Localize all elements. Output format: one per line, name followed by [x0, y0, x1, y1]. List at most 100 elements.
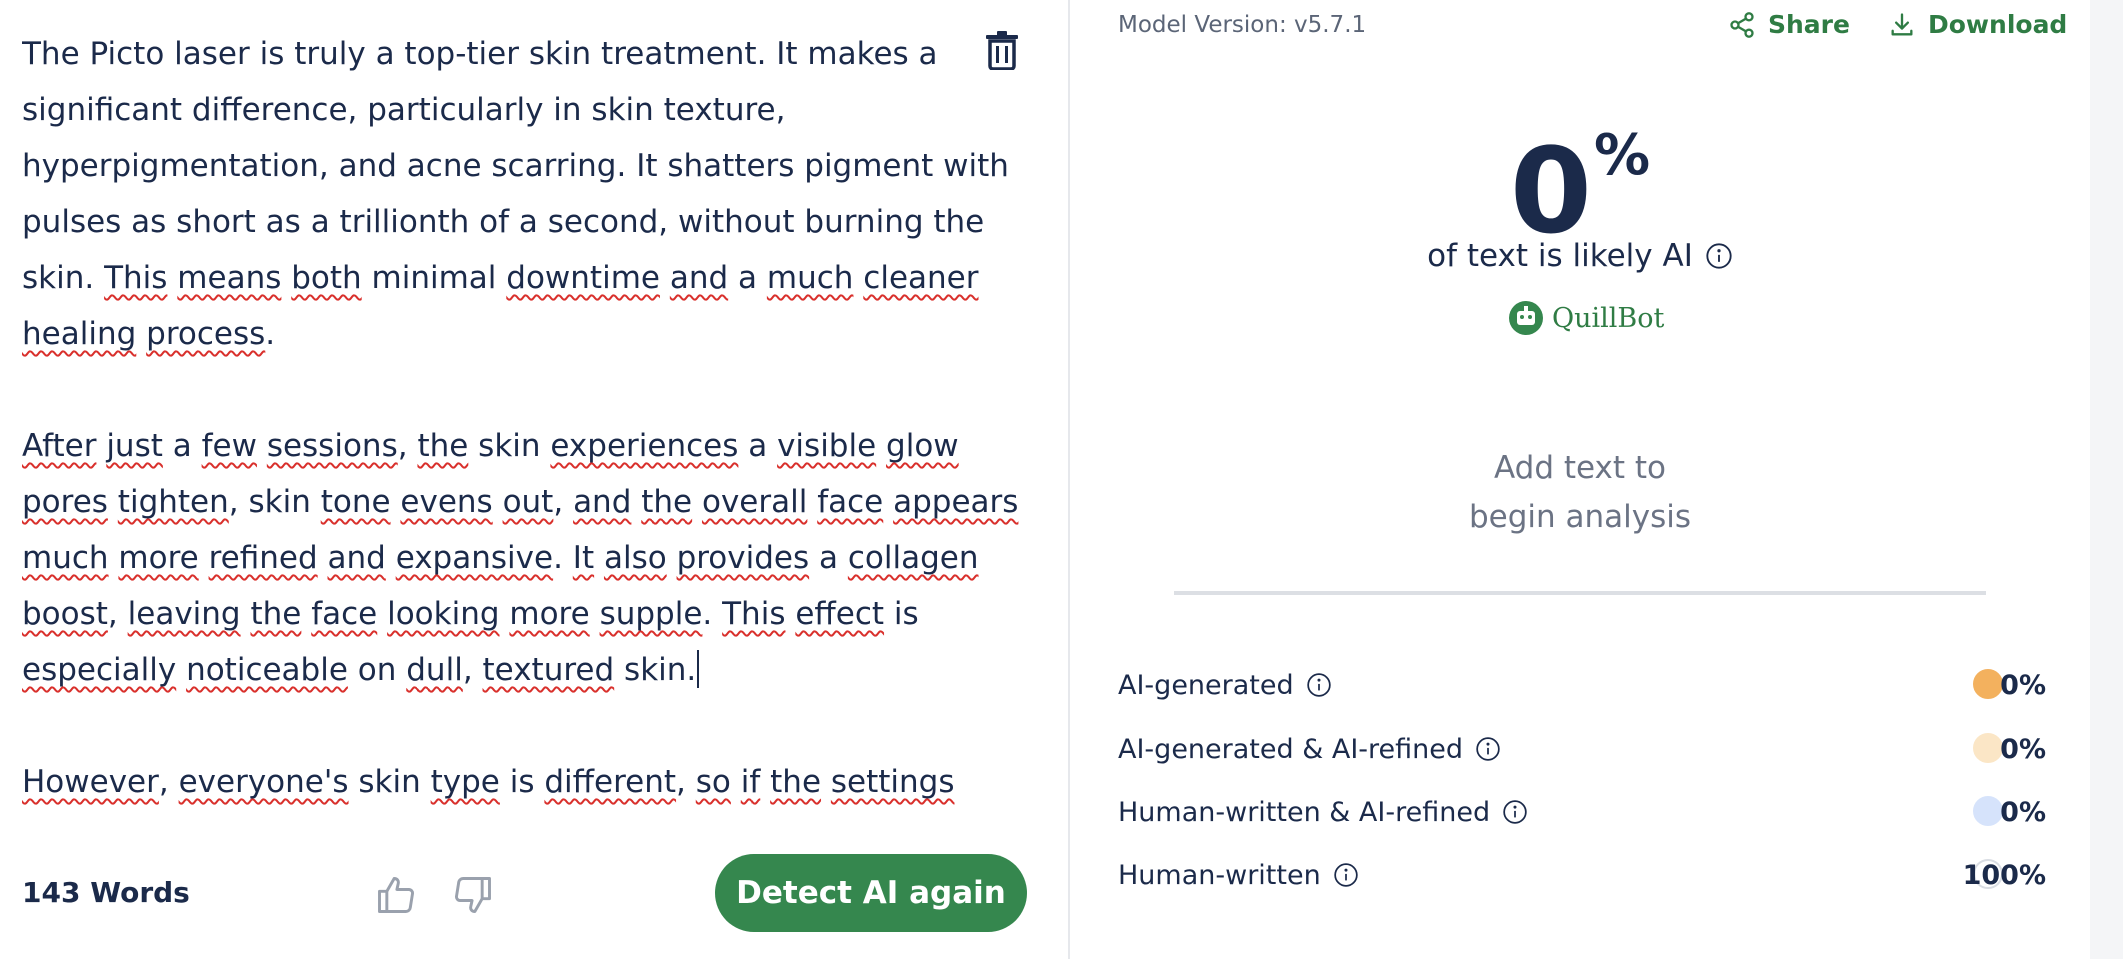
legend-color-dot: [1973, 733, 2003, 763]
legend-value: 0%: [2000, 669, 2046, 701]
editor-text-run: skin.: [22, 260, 105, 296]
spellcheck-flagged-word: visible: [777, 428, 877, 464]
legend-label-group: Human-written: [1118, 860, 1359, 891]
spellcheck-flagged-word: and: [669, 260, 729, 296]
spellcheck-flagged-word: evens: [400, 484, 493, 520]
spellcheck-flagged-word: the: [770, 764, 822, 800]
text-editor[interactable]: The Picto laser is truly a top-tier skin…: [22, 26, 1022, 826]
trash-icon: [986, 31, 1018, 70]
legend-label-group: AI-generated: [1118, 670, 1332, 701]
editor-text-run: [500, 596, 510, 632]
spellcheck-flagged-word: downtime: [506, 260, 660, 296]
editor-text-run: [760, 764, 770, 800]
thumbs-down-button[interactable]: [448, 870, 498, 920]
info-icon[interactable]: [1502, 799, 1528, 825]
editor-text-run: [660, 260, 670, 296]
ai-score-unit: %: [1594, 123, 1651, 188]
editor-text-run: .: [265, 316, 276, 352]
legend-color-dot: [1973, 796, 2003, 826]
delete-text-button[interactable]: [980, 28, 1024, 72]
editor-text-run: skin: [468, 428, 551, 464]
spellcheck-flagged-word: different: [544, 764, 677, 800]
spellcheck-flagged-word: if: [740, 764, 761, 800]
spellcheck-flagged-word: appears: [893, 484, 1019, 520]
spellcheck-flagged-word: This: [722, 596, 786, 632]
spellcheck-flagged-word: However: [22, 764, 159, 800]
legend-label: AI-generated & AI-refined: [1118, 733, 1464, 765]
spellcheck-flagged-word: face: [817, 484, 884, 520]
thumbs-down-icon: [455, 877, 491, 913]
spellcheck-flagged-word: noticeable: [186, 652, 348, 688]
spellcheck-flagged-word: sessions: [266, 428, 398, 464]
info-icon[interactable]: [1333, 862, 1359, 888]
editor-text-run: on: [347, 652, 407, 688]
editor-text-run: .: [702, 596, 723, 632]
spellcheck-flagged-word: After: [22, 428, 97, 464]
editor-text-run: a: [728, 260, 767, 296]
legend-label: AI-generated: [1118, 669, 1294, 701]
info-icon[interactable]: [1705, 242, 1733, 270]
spellcheck-flagged-word: also: [603, 540, 667, 576]
empty-state-message: Add text to begin analysis: [1070, 444, 2090, 542]
spellcheck-flagged-word: the: [250, 596, 302, 632]
editor-text-run: [281, 260, 291, 296]
legend-label-group: Human-written & AI-refined: [1118, 797, 1528, 828]
editor-text-run: [876, 428, 886, 464]
legend-value: 100%: [1962, 859, 2046, 891]
spellcheck-flagged-word: out: [502, 484, 554, 520]
legend-row: Human-written & AI-refined 0%: [1118, 787, 2058, 837]
quillbot-logo: QuillBot: [1508, 300, 1664, 336]
spellcheck-flagged-word: tone: [320, 484, 391, 520]
editor-text-run: ,: [462, 652, 483, 688]
editor-text-run: [96, 428, 106, 464]
thumbs-up-icon: [378, 877, 414, 913]
editor-text-run: a: [738, 428, 778, 464]
ai-score: 0%: [1070, 96, 2090, 251]
editor-text-run: [136, 316, 146, 352]
spellcheck-flagged-word: and: [573, 484, 632, 520]
legend-row: AI-generated & AI-refined 0%: [1118, 724, 2058, 774]
info-icon[interactable]: [1475, 736, 1501, 762]
legend-label: Human-written: [1118, 859, 1321, 891]
editor-text-run: ,: [107, 596, 128, 632]
editor-text-run: [785, 596, 795, 632]
text-caret: [697, 650, 700, 688]
spellcheck-flagged-word: overall: [701, 484, 808, 520]
info-icon[interactable]: [1306, 672, 1332, 698]
editor-text-run: minimal: [361, 260, 507, 296]
editor-text-run: [807, 484, 817, 520]
editor-text-run: pulses as short as a trillionth of a sec…: [22, 204, 985, 240]
score-caption: of text is likely AI: [1070, 238, 2090, 274]
thumbs-up-button[interactable]: [371, 870, 421, 920]
share-label: Share: [1768, 10, 1850, 39]
editor-text-run: [386, 540, 396, 576]
editor-footer: 143 Words Detect AI again: [0, 840, 1068, 959]
quillbot-robot-icon: [1509, 301, 1543, 335]
spellcheck-flagged-word: This: [104, 260, 168, 296]
editor-text-run: is: [499, 764, 545, 800]
spellcheck-flagged-word: the: [641, 484, 693, 520]
spellcheck-flagged-word: the: [417, 428, 469, 464]
download-button[interactable]: Download: [1888, 10, 2067, 39]
legend-label: Human-written & AI-refined: [1118, 796, 1491, 828]
editor-text-run: [493, 484, 503, 520]
spellcheck-flagged-word: boost: [22, 596, 108, 632]
spellcheck-flagged-word: everyone's: [178, 764, 349, 800]
spellcheck-flagged-word: cleaner: [863, 260, 979, 296]
editor-paragraph: However, everyone's skin type is differe…: [22, 754, 1022, 810]
page-gutter: [2090, 0, 2123, 959]
results-panel: Model Version: v5.7.1 Share Download 0% …: [1070, 0, 2090, 959]
editor-text-run: ,: [676, 764, 696, 800]
editor-text-run: significant difference, particularly in …: [22, 92, 786, 128]
spellcheck-flagged-word: healing: [22, 316, 137, 352]
detect-ai-again-button[interactable]: Detect AI again: [715, 854, 1027, 932]
spellcheck-flagged-word: type: [430, 764, 500, 800]
brand-name: QuillBot: [1552, 302, 1665, 334]
editor-text-run: [301, 596, 311, 632]
editor-text-run: [108, 484, 118, 520]
spellcheck-flagged-word: pores: [22, 484, 108, 520]
share-icon: [1730, 11, 1754, 38]
download-icon: [1891, 12, 1913, 35]
share-button[interactable]: Share: [1728, 10, 1850, 39]
editor-text-run: [883, 484, 893, 520]
